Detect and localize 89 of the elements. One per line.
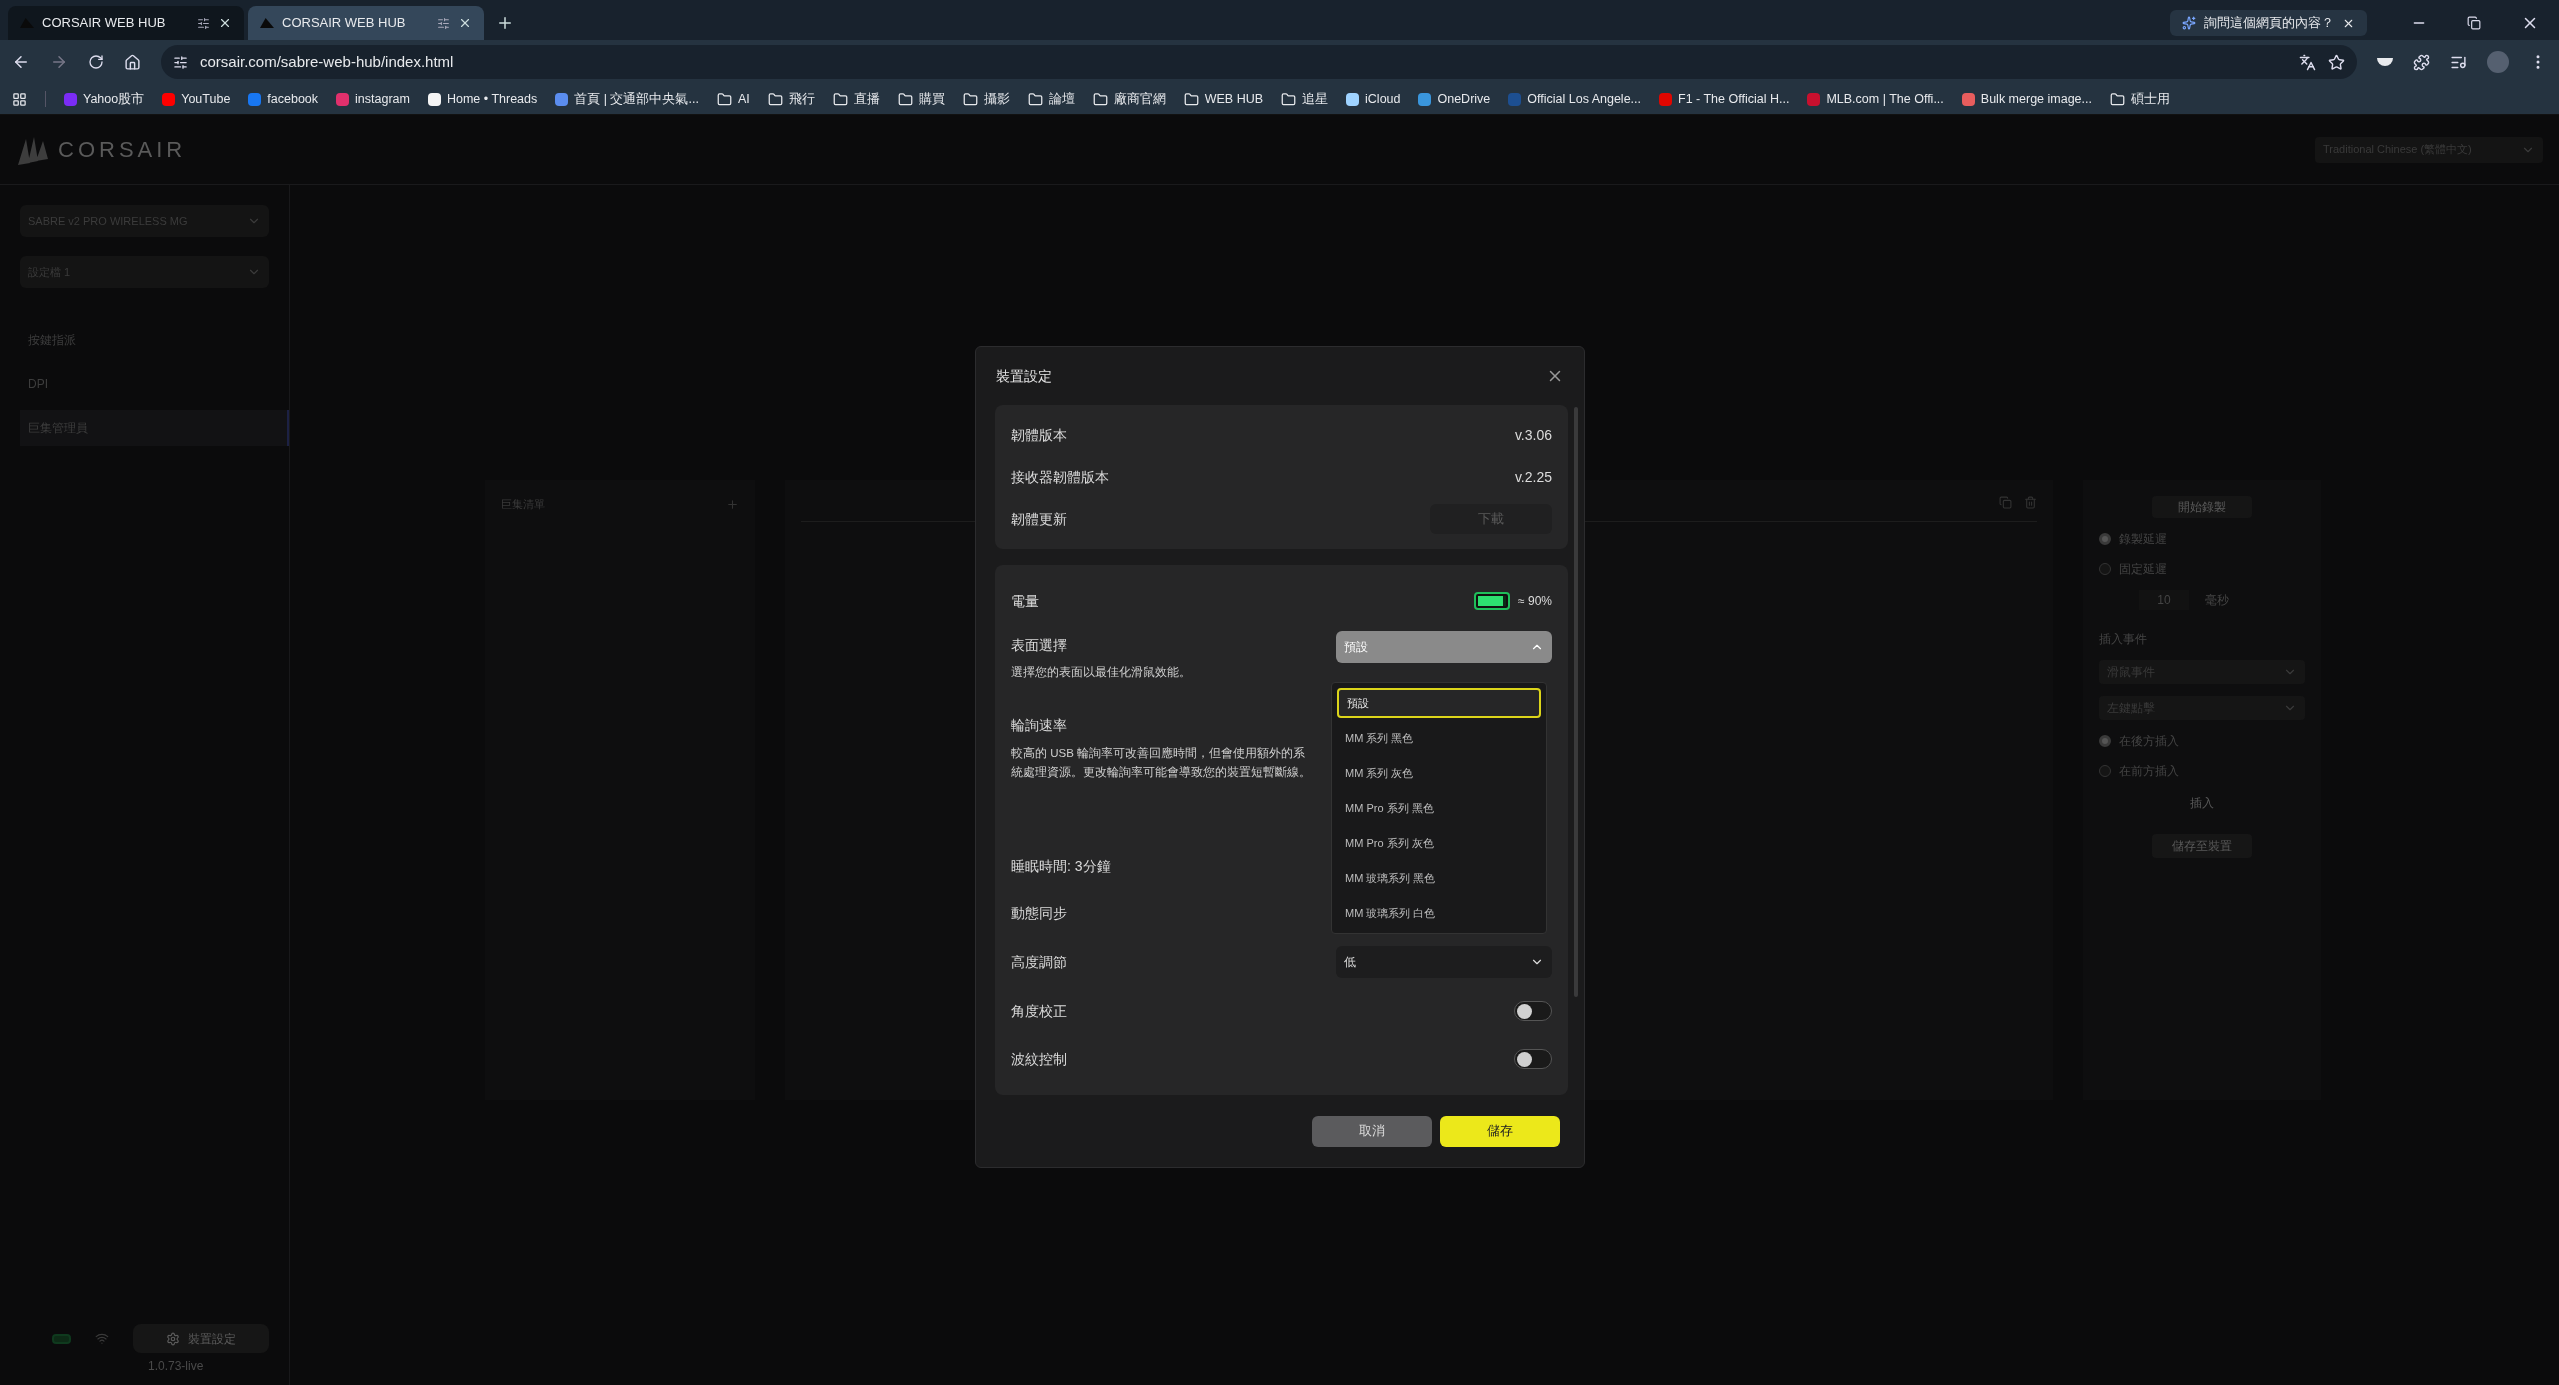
- forward-icon[interactable]: [50, 53, 68, 71]
- save-button[interactable]: 儲存: [1440, 1115, 1560, 1147]
- wifi-icon: [94, 1331, 109, 1346]
- cancel-button[interactable]: 取消: [1312, 1115, 1432, 1147]
- site-info-icon[interactable]: [173, 54, 188, 70]
- dropdown-option[interactable]: MM 系列 黑色: [1337, 723, 1541, 753]
- folder-icon: [1183, 91, 1199, 107]
- row-label: 接收器韌體版本: [1011, 467, 1109, 487]
- bookmark-item[interactable]: 廠商官網: [1092, 89, 1166, 109]
- version-text: 1.0.73-live: [148, 1358, 205, 1375]
- folder-icon: [897, 91, 913, 107]
- apps-icon[interactable]: [12, 91, 27, 107]
- row-label: 動態同步: [1011, 904, 1067, 924]
- bookmark-item[interactable]: instagram: [336, 89, 410, 109]
- toggle-switch[interactable]: [1514, 1001, 1552, 1022]
- bookmark-item[interactable]: 首頁 | 交通部中央氣...: [555, 89, 699, 109]
- extensions-icon[interactable]: [2413, 53, 2430, 71]
- row-label: 高度調節: [1011, 952, 1067, 972]
- lift-select[interactable]: 低: [1336, 946, 1552, 979]
- folder-icon: [2110, 91, 2125, 107]
- settings-icon: [165, 1331, 180, 1346]
- bookmark-item[interactable]: F1 - The Official H...: [1659, 89, 1790, 109]
- bookmark-item[interactable]: facebook: [248, 89, 319, 109]
- folder-icon: [716, 91, 732, 107]
- radio-button[interactable]: [2099, 563, 2111, 575]
- dropdown-option[interactable]: MM Pro 系列 灰色: [1337, 828, 1541, 858]
- browser-tab[interactable]: CORSAIR WEB HUB: [248, 6, 484, 40]
- row-label: 睡眠時間: 3分鐘: [1011, 857, 1111, 877]
- dropdown-option[interactable]: 預設: [1337, 688, 1541, 718]
- folder-icon: [767, 91, 783, 107]
- home-icon[interactable]: [124, 53, 141, 71]
- bookmark-item[interactable]: 直播: [832, 89, 880, 109]
- restore-icon[interactable]: [2467, 16, 2481, 30]
- bookmark-item[interactable]: 攝影: [962, 89, 1010, 109]
- bookmark-item[interactable]: OneDrive: [1418, 89, 1491, 109]
- toggle-switch[interactable]: [1514, 1049, 1552, 1070]
- translate-icon[interactable]: [2299, 53, 2316, 71]
- bookmark-star-icon[interactable]: [2328, 53, 2345, 71]
- bookmark-item[interactable]: WEB HUB: [1183, 89, 1264, 109]
- dropdown-option[interactable]: MM 系列 灰色: [1337, 758, 1541, 788]
- folder-icon: [832, 91, 848, 107]
- row-label: 角度校正: [1011, 1001, 1067, 1021]
- corsair-logo: CORSAIR: [16, 133, 187, 166]
- row-label: 電量: [1011, 591, 1039, 611]
- reload-icon[interactable]: [88, 54, 104, 70]
- url-text: corsair.com/sabre-web-hub/index.html: [200, 51, 455, 72]
- bookmark-item[interactable]: AI: [716, 89, 750, 109]
- bookmark-item[interactable]: Official Los Angele...: [1508, 89, 1641, 109]
- close-tab-icon[interactable]: [458, 16, 472, 30]
- new-tab-icon[interactable]: [496, 14, 514, 32]
- battery-icon: [52, 1333, 71, 1344]
- row-label: 表面選擇: [1011, 636, 1068, 655]
- bookmark-item[interactable]: 購買: [897, 89, 945, 109]
- address-bar[interactable]: corsair.com/sabre-web-hub/index.html: [161, 45, 2357, 79]
- bookmark-item[interactable]: 論壇: [1027, 89, 1075, 109]
- row-label: 波紋控制: [1011, 1049, 1067, 1069]
- row-label: 韌體版本: [1011, 425, 1067, 445]
- row-description: 選擇您的表面以最佳化滑鼠效能。: [1011, 665, 1191, 680]
- bookmark-item[interactable]: Home • Threads: [427, 89, 538, 109]
- folder-icon: [962, 91, 978, 107]
- bookmark-item[interactable]: 碩士用: [2110, 89, 2170, 109]
- back-icon[interactable]: [12, 53, 30, 71]
- bookmark-item[interactable]: 追星: [1281, 89, 1329, 109]
- row-value: v.2.25: [1514, 467, 1552, 487]
- radio-button[interactable]: [2099, 765, 2111, 777]
- folder-icon: [1281, 91, 1297, 107]
- row-description: 較高的 USB 輪詢率可改善回應時間，但會使用額外的系統處理資源。更改輪詢率可能會導致您的裝置短暫斷線。: [1011, 746, 1311, 781]
- battery-reading: ≈ 90%: [1518, 593, 1552, 610]
- bookmark-item[interactable]: MLB.com | The Offi...: [1807, 89, 1944, 109]
- bookmark-item[interactable]: 飛行: [767, 89, 815, 109]
- bookmark-item[interactable]: Bulk merge image...: [1961, 89, 2092, 109]
- dialog-title: 裝置設定: [996, 366, 1052, 386]
- folder-icon: [1027, 91, 1043, 107]
- close-tab-icon[interactable]: [218, 16, 232, 30]
- radio-button[interactable]: [2099, 533, 2111, 545]
- row-label: 韌體更新: [1011, 509, 1067, 529]
- bookmark-item[interactable]: iCloud: [1346, 89, 1401, 109]
- row-label: 輪詢速率: [1011, 716, 1068, 736]
- ask-page-chip[interactable]: 詢問這個網頁的內容？: [2170, 10, 2367, 36]
- dropdown-option[interactable]: MM 玻璃系列 黑色: [1337, 863, 1541, 893]
- folder-icon: [1092, 91, 1108, 107]
- row-value: v.3.06: [1514, 425, 1552, 445]
- radio-button[interactable]: [2099, 735, 2111, 747]
- bookmark-item[interactable]: YouTube: [162, 89, 231, 109]
- dropdown-option[interactable]: MM Pro 系列 黑色: [1337, 793, 1541, 823]
- dropdown-option[interactable]: MM 玻璃系列 白色: [1337, 898, 1541, 928]
- browser-tab[interactable]: CORSAIR WEB HUB: [8, 6, 244, 40]
- bookmark-item[interactable]: Yahoo股市: [64, 89, 145, 109]
- sparkle-icon: [2182, 16, 2196, 30]
